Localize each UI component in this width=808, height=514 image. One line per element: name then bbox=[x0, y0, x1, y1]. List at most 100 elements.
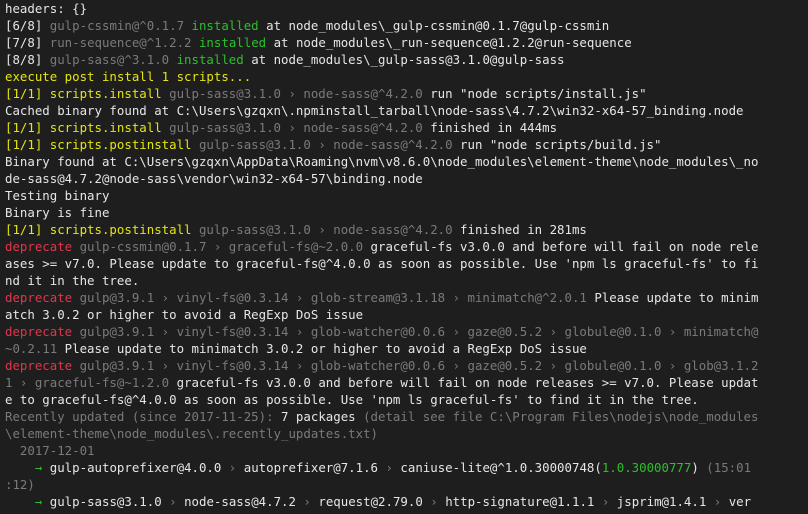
terminal-text-segment: gulp-sass@3.1.0 › node-sass@^4.2.0 bbox=[191, 137, 453, 152]
terminal-text-segment: at node_modules\_gulp-cssmin@0.1.7@gulp-… bbox=[258, 18, 610, 33]
terminal-text-segment: deprecate bbox=[5, 324, 73, 339]
terminal-text-segment: autoprefixer@7.1.6 bbox=[243, 460, 379, 475]
terminal-text-segment: execute post install 1 scripts... bbox=[5, 69, 252, 84]
terminal-text-segment: Binary is fine bbox=[5, 205, 110, 220]
terminal-text-segment: headers: {} bbox=[5, 1, 88, 16]
terminal-text-segment: [7/8] bbox=[5, 35, 50, 50]
terminal-text-segment: gulp@3.9.1 › vinyl-fs@0.3.14 › glob-watc… bbox=[72, 358, 759, 373]
terminal-text-segment: run "node scripts/install.js" bbox=[422, 86, 647, 101]
terminal-text-segment: \element-theme\node_modules\.recently_up… bbox=[5, 426, 378, 441]
terminal-text-segment: gulp-sass@3.1.0 › node-sass@^4.2.0 bbox=[191, 222, 453, 237]
terminal-line: headers: {} bbox=[5, 0, 808, 17]
terminal-text-segment: jsprim@1.4.1 bbox=[616, 494, 707, 509]
terminal-text-segment: › bbox=[594, 494, 617, 509]
terminal-line: [1/1] scripts.install gulp-sass@3.1.0 › … bbox=[5, 85, 808, 102]
terminal-line: Binary found at C:\Users\gzqxn\AppData\R… bbox=[5, 153, 808, 170]
terminal-line: \element-theme\node_modules\.recently_up… bbox=[5, 425, 808, 442]
terminal-text-segment: gulp-sass@3.1.0 bbox=[49, 494, 162, 509]
terminal-text-segment: ver bbox=[728, 494, 752, 509]
terminal-text-segment: gulp-sass@3.1.0 › node-sass@^4.2.0 bbox=[161, 86, 423, 101]
terminal-text-segment: gulp-autoprefixer@4.0.0 bbox=[49, 460, 222, 475]
terminal-text-segment: › bbox=[422, 494, 446, 509]
terminal-text-segment: (detail see file C:\Program Files\nodejs… bbox=[355, 409, 759, 424]
terminal-text-segment: graceful-fs v3.0.0 and before will fail … bbox=[363, 239, 759, 254]
terminal-text-segment: → bbox=[5, 460, 50, 475]
terminal-text-segment: node-sass@4.7.2 bbox=[184, 494, 296, 509]
terminal-text-segment: (15:01 bbox=[698, 460, 752, 475]
terminal-line: Testing binary bbox=[5, 187, 808, 204]
terminal-text-segment: atch 3.0.2 or higher to avoid a RegExp D… bbox=[5, 307, 364, 322]
terminal-text-segment: finished in 444ms bbox=[422, 120, 558, 135]
terminal-text-segment: run-sequence@^1.2.2 bbox=[49, 35, 192, 50]
terminal-line: deprecate gulp@3.9.1 › vinyl-fs@0.3.14 ›… bbox=[5, 289, 808, 306]
terminal-text-segment: → bbox=[5, 494, 50, 509]
terminal-text-segment: › bbox=[161, 494, 185, 509]
terminal-text-segment: ~0.2.11 bbox=[5, 341, 58, 356]
terminal-text-segment: http-signature@1.1.1 bbox=[445, 494, 595, 509]
terminal-text-segment: [1/1] scripts.postinstall bbox=[5, 222, 192, 237]
terminal-text-segment: › bbox=[295, 494, 319, 509]
terminal-text-segment: deprecate bbox=[5, 239, 73, 254]
terminal-text-segment: nd it in the tree. bbox=[5, 273, 140, 288]
terminal-text-segment: gulp-cssmin@0.1.7 › graceful-fs@~2.0.0 bbox=[72, 239, 364, 254]
terminal-line: Recently updated (since 2017-11-25): 7 p… bbox=[5, 408, 808, 425]
terminal-text-segment: 7 packages bbox=[281, 409, 356, 424]
terminal-text-segment: [6/8] bbox=[5, 18, 50, 33]
terminal-text-segment: gulp-sass@^3.1.0 bbox=[49, 52, 170, 67]
terminal-line: deprecate gulp@3.9.1 › vinyl-fs@0.3.14 ›… bbox=[5, 323, 808, 340]
terminal-line: → gulp-sass@3.1.0 › node-sass@4.7.2 › re… bbox=[5, 493, 808, 510]
terminal-text-segment: e to graceful-fs@^4.0.0 as soon as possi… bbox=[5, 392, 699, 407]
terminal-text-segment: deprecate bbox=[5, 290, 73, 305]
terminal-text-segment: › bbox=[378, 460, 401, 475]
terminal-text-segment: run "node scripts/build.js" bbox=[452, 137, 662, 152]
terminal-line: deprecate gulp@3.9.1 › vinyl-fs@0.3.14 ›… bbox=[5, 357, 808, 374]
terminal-line: → gulp-autoprefixer@4.0.0 › autoprefixer… bbox=[5, 459, 808, 476]
terminal-text-segment: [1/1] scripts.postinstall bbox=[5, 137, 192, 152]
terminal-text-segment: request@2.79.0 bbox=[318, 494, 423, 509]
terminal-text-segment: [1/1] scripts.install bbox=[5, 86, 162, 101]
terminal-text-segment: de-sass@4.7.2@node-sass\vendor\win32-x64… bbox=[5, 171, 423, 186]
terminal-text-segment: :12) bbox=[5, 477, 35, 492]
terminal-line: e to graceful-fs@^4.0.0 as soon as possi… bbox=[5, 391, 808, 408]
terminal-line: nd it in the tree. bbox=[5, 272, 808, 289]
terminal-text-segment: 1.0.30000777 bbox=[601, 460, 692, 475]
terminal-text-segment: [1/1] scripts.install bbox=[5, 120, 162, 135]
terminal-line: [7/8] run-sequence@^1.2.2 installed at n… bbox=[5, 34, 808, 51]
terminal-text-segment: at node_modules\_run-sequence@1.2.2@run-… bbox=[266, 35, 632, 50]
terminal-text-segment: caniuse-lite@^1.0.30000748( bbox=[400, 460, 602, 475]
terminal-line: [1/1] scripts.install gulp-sass@3.1.0 › … bbox=[5, 119, 808, 136]
terminal-text-segment: installed bbox=[169, 52, 244, 67]
terminal-line: execute post install 1 scripts... bbox=[5, 68, 808, 85]
terminal-text-segment: finished in 281ms bbox=[452, 222, 587, 237]
terminal-text-segment: gulp-sass@3.1.0 › node-sass@^4.2.0 bbox=[161, 120, 423, 135]
terminal-line: [6/8] gulp-cssmin@^0.1.7 installed at no… bbox=[5, 17, 808, 34]
terminal-text-segment: ) bbox=[691, 460, 699, 475]
terminal-line: deprecate gulp-cssmin@0.1.7 › graceful-f… bbox=[5, 238, 808, 255]
terminal-line: 2017-12-01 bbox=[5, 442, 808, 459]
terminal-text-segment: Recently updated (since 2017-11-25): bbox=[5, 409, 282, 424]
terminal-text-segment: › bbox=[221, 460, 244, 475]
terminal-text-segment: installed bbox=[191, 35, 267, 50]
terminal-line: de-sass@4.7.2@node-sass\vendor\win32-x64… bbox=[5, 170, 808, 187]
terminal-output[interactable]: headers: {} [6/8] gulp-cssmin@^0.1.7 inst… bbox=[0, 0, 808, 514]
terminal-text-segment: ases >= v7.0. Please update to graceful-… bbox=[5, 256, 759, 271]
terminal-text-segment: 1 › graceful-fs@~1.2.0 bbox=[5, 375, 170, 390]
terminal-text-segment: Testing binary bbox=[5, 188, 110, 203]
terminal-line: Binary is fine bbox=[5, 204, 808, 221]
terminal-text-segment: Please update to minimatch 3.0.2 or high… bbox=[57, 341, 587, 356]
terminal-line: ases >= v7.0. Please update to graceful-… bbox=[5, 255, 808, 272]
terminal-text-segment: gulp@3.9.1 › vinyl-fs@0.3.14 › glob-watc… bbox=[72, 324, 759, 339]
terminal-text-segment: › bbox=[706, 494, 729, 509]
terminal-line: [8/8] gulp-sass@^3.1.0 installed at node… bbox=[5, 51, 808, 68]
terminal-line: Cached binary found at C:\Users\gzqxn\.n… bbox=[5, 102, 808, 119]
terminal-line: :12) bbox=[5, 476, 808, 493]
terminal-text-segment: graceful-fs v3.0.0 and before will fail … bbox=[169, 375, 759, 390]
terminal-line: [1/1] scripts.postinstall gulp-sass@3.1.… bbox=[5, 221, 808, 238]
terminal-text-segment: 2017-12-01 bbox=[5, 443, 95, 458]
terminal-text-segment: gulp@3.9.1 › vinyl-fs@0.3.14 › glob-stre… bbox=[72, 290, 587, 305]
terminal-text-segment: Cached binary found at C:\Users\gzqxn\.n… bbox=[5, 103, 744, 118]
terminal-text-segment: [8/8] bbox=[5, 52, 50, 67]
terminal-text-segment: at node_modules\_gulp-sass@3.1.0@gulp-sa… bbox=[243, 52, 565, 67]
terminal-line: ~0.2.11 Please update to minimatch 3.0.2… bbox=[5, 340, 808, 357]
terminal-text-segment: deprecate bbox=[5, 358, 73, 373]
